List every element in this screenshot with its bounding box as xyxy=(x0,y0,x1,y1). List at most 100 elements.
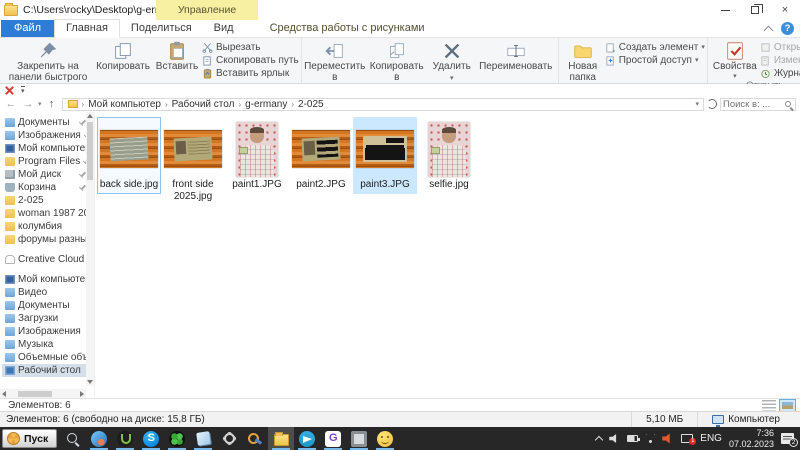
tray-expand-icon[interactable] xyxy=(595,435,603,443)
sidebar-item-колумбия[interactable]: колумбия xyxy=(2,220,88,233)
file-item[interactable]: front side 2025.jpg xyxy=(161,117,225,205)
collapse-ribbon-icon[interactable] xyxy=(764,25,774,35)
restore-button[interactable] xyxy=(740,0,770,20)
breadcrumb-segment[interactable]: g-ermany xyxy=(242,99,290,110)
file-thumbnail xyxy=(356,130,414,168)
breadcrumb-segment[interactable]: Мой компьютер xyxy=(85,99,164,110)
address-bar[interactable]: › Мой компьютер›Рабочий стол›g-ermany›2-… xyxy=(62,98,704,111)
search-input[interactable] xyxy=(721,99,785,110)
scroll-left-icon[interactable] xyxy=(2,391,6,397)
scroll-down-icon[interactable] xyxy=(87,380,93,384)
sidebar-item-корзина[interactable]: Корзина xyxy=(2,181,88,194)
sidebar-item-изображения[interactable]: Изображения xyxy=(2,325,88,338)
details-view-button[interactable] xyxy=(762,400,776,411)
start-button[interactable]: Пуск xyxy=(2,429,57,448)
sidebar-vertical-scrollbar[interactable] xyxy=(86,112,94,386)
taskbar-utorrent-button[interactable] xyxy=(112,427,138,450)
tab-picture-tools[interactable]: Средства работы с рисунками xyxy=(259,20,436,37)
scrollbar-thumb[interactable] xyxy=(18,391,52,397)
scroll-right-icon[interactable] xyxy=(80,391,84,397)
sidebar-item-рабочий-стол[interactable]: Рабочий стол xyxy=(2,364,88,377)
open-button[interactable]: Открыть▾ xyxy=(760,41,800,53)
sidebar-item-мой-компьютер[interactable]: Мой компьютер xyxy=(2,273,88,286)
sidebar-item-форумы-разных-стра[interactable]: форумы разных стра xyxy=(2,233,88,246)
taskbar-notes-button[interactable] xyxy=(190,427,216,450)
taskbar-telegram-button[interactable] xyxy=(294,427,320,450)
action-center-icon[interactable]: 2 xyxy=(781,433,794,444)
sidebar-item-видео[interactable]: Видео xyxy=(2,286,88,299)
recent-locations-caret-icon[interactable]: ▾ xyxy=(38,100,42,108)
sidebar-item-документы[interactable]: Документы xyxy=(2,116,88,129)
file-item[interactable]: paint2.JPG xyxy=(289,117,353,194)
display-tray-icon[interactable]: 1 xyxy=(681,434,693,443)
language-indicator[interactable]: ENG xyxy=(700,433,722,444)
sidebar-item-program-files[interactable]: Program Files xyxy=(2,155,88,168)
pushpin-icon xyxy=(37,40,59,62)
new-folder-button[interactable]: Новая папка xyxy=(561,39,605,84)
scrollbar-thumb[interactable] xyxy=(87,122,93,180)
back-button[interactable]: ← xyxy=(4,99,18,110)
sidebar-item-мой-компьютер[interactable]: Мой компьютер xyxy=(2,142,88,155)
tab-share[interactable]: Поделиться xyxy=(120,20,203,37)
history-button[interactable]: Журнал xyxy=(760,67,800,79)
battery-icon[interactable] xyxy=(627,435,638,442)
cut-button[interactable]: Вырезать xyxy=(202,41,299,53)
edit-button[interactable]: Изменить xyxy=(760,54,800,66)
sidebar-item-документы[interactable]: Документы xyxy=(2,299,88,312)
search-box[interactable] xyxy=(720,98,796,111)
file-item[interactable]: selfie.jpg xyxy=(417,117,481,194)
address-dropdown-caret-icon[interactable]: ▾ xyxy=(695,100,701,108)
minimize-button[interactable] xyxy=(710,0,740,20)
speaker-icon[interactable] xyxy=(609,434,620,444)
scroll-up-icon[interactable] xyxy=(87,114,93,118)
sidebar-item-музыка[interactable]: Музыка xyxy=(2,338,88,351)
close-button[interactable]: × xyxy=(770,0,800,20)
copy-button[interactable]: Копировать xyxy=(94,39,152,74)
thumbnails-view-button[interactable] xyxy=(779,399,796,412)
sidebar-horizontal-scrollbar[interactable] xyxy=(0,389,86,398)
qat-red-x-icon[interactable] xyxy=(4,85,15,96)
clock[interactable]: 7:36 07.02.2023 xyxy=(729,428,774,450)
up-button[interactable]: ↑ xyxy=(45,99,59,110)
tab-view[interactable]: Вид xyxy=(203,20,245,37)
sidebar-item-объемные-объекты[interactable]: Объемные объекты xyxy=(2,351,88,364)
sidebar-item-2-025[interactable]: 2-025 xyxy=(2,194,88,207)
sidebar-item-изображения[interactable]: Изображения xyxy=(2,129,88,142)
breadcrumb-segment[interactable]: 2-025 xyxy=(295,99,327,110)
taskbar-clover-button[interactable] xyxy=(164,427,190,450)
taskbar-search-button[interactable] xyxy=(60,427,86,450)
wifi-icon[interactable] xyxy=(645,434,655,444)
properties-button[interactable]: Свойства ▾ xyxy=(710,39,760,81)
taskbar-smiley-button[interactable] xyxy=(372,427,398,450)
file-item[interactable]: paint3.JPG xyxy=(353,117,417,194)
taskbar-key-button[interactable] xyxy=(242,427,268,450)
sidebar-item-загрузки[interactable]: Загрузки xyxy=(2,312,88,325)
forward-button[interactable]: → xyxy=(21,99,35,110)
paste-shortcut-button[interactable]: Вставить ярлык xyxy=(202,67,299,79)
sidebar-item-woman-1987-2029-cali[interactable]: woman 1987 2029 cali xyxy=(2,207,88,220)
easy-access-button[interactable]: Простой доступ▾ xyxy=(605,54,705,66)
refresh-icon[interactable] xyxy=(707,99,717,109)
sidebar-item-creative-cloud-files[interactable]: Creative Cloud Files xyxy=(2,253,88,266)
taskbar-g-app-button[interactable] xyxy=(320,427,346,450)
contextual-tab-header[interactable]: Управление xyxy=(156,0,258,20)
qat-customize-caret-icon[interactable]: ▾ xyxy=(21,86,25,95)
volume-mixer-icon[interactable] xyxy=(662,433,674,444)
copy-path-button[interactable]: Скопировать путь xyxy=(202,54,299,66)
paste-button[interactable]: Вставить xyxy=(152,39,202,74)
tab-file[interactable]: Файл xyxy=(1,20,54,37)
sidebar-item-мой-диск[interactable]: Мой диск xyxy=(2,168,88,181)
rename-button[interactable]: Переименовать xyxy=(476,39,556,74)
taskbar-capture-button[interactable] xyxy=(346,427,372,450)
tab-home[interactable]: Главная xyxy=(54,19,120,38)
taskbar-browser-button[interactable] xyxy=(86,427,112,450)
breadcrumb-segment[interactable]: Рабочий стол xyxy=(169,99,238,110)
taskbar-skype-button[interactable] xyxy=(138,427,164,450)
file-item[interactable]: back side.jpg xyxy=(97,117,161,194)
taskbar-settings-button[interactable] xyxy=(216,427,242,450)
new-item-button[interactable]: Создать элемент▾ xyxy=(605,41,705,53)
taskbar-explorer-button[interactable] xyxy=(268,427,294,450)
delete-button[interactable]: Удалить▾ xyxy=(428,39,476,83)
file-item[interactable]: paint1.JPG xyxy=(225,117,289,194)
help-icon[interactable]: ? xyxy=(781,22,794,35)
